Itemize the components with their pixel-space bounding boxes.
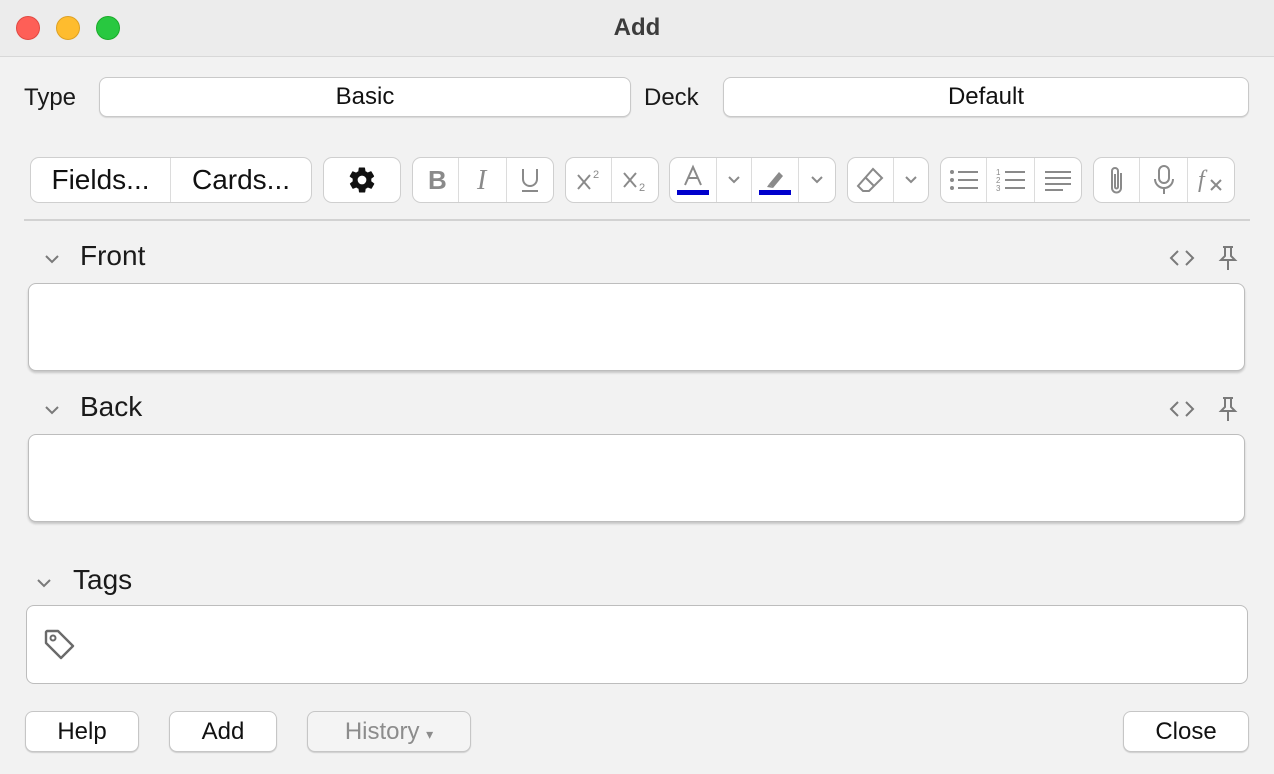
microphone-icon xyxy=(1153,165,1174,194)
text-color-button[interactable] xyxy=(670,158,718,202)
cards-button[interactable]: Cards... xyxy=(171,158,311,202)
add-window: Add Type Basic Deck Default Fields... Ca… xyxy=(0,0,1274,774)
format-group: B I xyxy=(412,157,554,203)
pin-icon[interactable] xyxy=(1214,244,1242,272)
numbered-list-button[interactable]: 123 xyxy=(987,158,1035,202)
type-label: Type xyxy=(24,84,77,111)
list-group: 123 xyxy=(940,157,1082,203)
field-label-back: Back xyxy=(80,391,143,422)
svg-text:B: B xyxy=(428,168,447,192)
align-icon xyxy=(1044,171,1071,191)
front-field-editor[interactable] xyxy=(28,283,1245,371)
collapse-back-icon[interactable] xyxy=(43,401,61,419)
type-selector[interactable]: Basic xyxy=(99,77,631,117)
history-label: History xyxy=(344,718,420,745)
chevron-down-icon xyxy=(728,176,740,184)
media-group: f xyxy=(1093,157,1235,203)
text-color-icon xyxy=(677,164,710,195)
field-label-front: Front xyxy=(80,240,146,271)
history-button[interactable]: History ▾ xyxy=(307,711,471,752)
gear-icon xyxy=(349,167,375,193)
svg-text:f: f xyxy=(1198,167,1208,193)
fields-cards-group: Fields... Cards... xyxy=(30,157,312,203)
clear-format-button[interactable] xyxy=(848,158,894,202)
close-button[interactable]: Close xyxy=(1123,711,1249,752)
help-button[interactable]: Help xyxy=(25,711,139,752)
svg-text:2: 2 xyxy=(593,169,599,181)
subscript-button[interactable]: 2 xyxy=(612,158,658,202)
underline-icon xyxy=(521,169,538,192)
svg-text:3: 3 xyxy=(996,184,1001,193)
numbered-list-icon: 123 xyxy=(996,168,1025,193)
bulleted-list-icon xyxy=(949,170,978,190)
svg-text:2: 2 xyxy=(639,182,645,193)
record-audio-button[interactable] xyxy=(1140,158,1188,202)
deck-selector[interactable]: Default xyxy=(723,77,1249,117)
highlight-icon xyxy=(759,172,792,195)
html-editor-icon[interactable] xyxy=(1168,395,1196,423)
highlight-button[interactable] xyxy=(752,158,800,202)
chevron-down-icon xyxy=(905,176,917,184)
function-icon: f xyxy=(1198,167,1222,193)
tag-icon xyxy=(44,629,75,660)
color-group xyxy=(669,157,836,203)
text-color-dropdown[interactable] xyxy=(717,158,752,202)
bold-icon: B xyxy=(428,168,447,192)
bulleted-list-button[interactable] xyxy=(941,158,988,202)
back-field-editor[interactable] xyxy=(28,434,1245,522)
collapse-front-icon[interactable] xyxy=(43,250,61,268)
italic-icon: I xyxy=(476,168,488,192)
clear-format-dropdown[interactable] xyxy=(894,158,928,202)
script-group: 2 2 xyxy=(565,157,659,203)
tags-label: Tags xyxy=(73,564,133,595)
eraser-icon xyxy=(857,167,884,192)
history-arrow-icon: ▾ xyxy=(426,726,434,742)
italic-button[interactable]: I xyxy=(459,158,507,202)
superscript-icon: 2 xyxy=(576,169,599,190)
tags-input[interactable] xyxy=(26,605,1248,684)
bold-button[interactable]: B xyxy=(413,158,460,202)
pin-icon[interactable] xyxy=(1214,395,1242,423)
superscript-button[interactable]: 2 xyxy=(566,158,613,202)
options-button[interactable] xyxy=(324,158,400,202)
toolbar-separator xyxy=(24,219,1250,221)
svg-text:I: I xyxy=(476,168,488,192)
options-group xyxy=(323,157,401,203)
window-title: Add xyxy=(613,14,661,41)
attach-button[interactable] xyxy=(1094,158,1141,202)
attachment-icon xyxy=(1110,167,1122,194)
add-button[interactable]: Add xyxy=(169,711,277,752)
title-bar: Add xyxy=(0,0,1274,57)
align-button[interactable] xyxy=(1035,158,1081,202)
underline-button[interactable] xyxy=(507,158,553,202)
fields-button[interactable]: Fields... xyxy=(31,158,171,202)
deck-label: Deck xyxy=(644,84,699,111)
highlight-dropdown[interactable] xyxy=(799,158,835,202)
eraser-group xyxy=(847,157,929,203)
html-editor-icon[interactable] xyxy=(1168,244,1196,272)
collapse-tags-icon[interactable] xyxy=(35,574,53,592)
chevron-down-icon xyxy=(811,176,823,184)
subscript-icon: 2 xyxy=(623,172,645,193)
math-button[interactable]: f xyxy=(1188,158,1234,202)
